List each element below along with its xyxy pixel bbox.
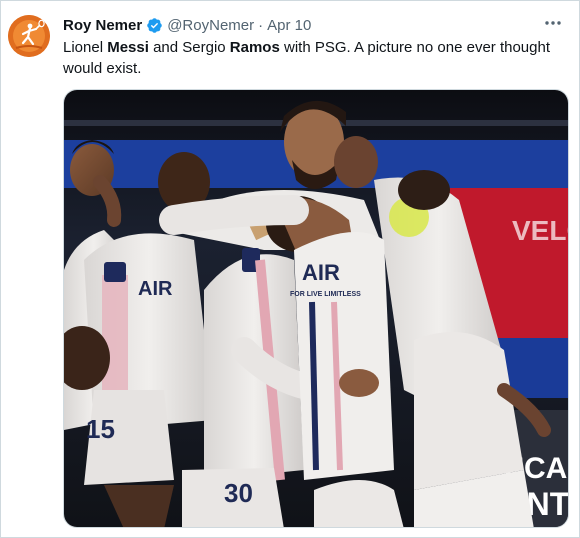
tweet-card[interactable]: Roy Nemer @RoyNemer · Apr 10 Lionel Mess… [0, 0, 580, 538]
shirt-number-back: 30 [224, 478, 253, 508]
tweet-text-part: Lionel [63, 39, 108, 56]
tweet-timestamp[interactable]: Apr 10 [267, 17, 311, 34]
ligue1-badge-left [104, 262, 126, 282]
shirt-tagline: FOR LIVE LIMITLESS [290, 291, 361, 298]
tweet-header: Roy Nemer @RoyNemer · Apr 10 [63, 15, 311, 35]
avatar[interactable] [8, 15, 50, 57]
author-name[interactable]: Roy Nemer [63, 17, 142, 34]
tweet-text: Lionel Messi and Sergio Ramos with PSG. … [63, 37, 553, 79]
board-text-velo: VELO [512, 215, 569, 246]
avatar-image [8, 15, 50, 57]
tweet-photo[interactable]: ECA RMONT VELO AIR 15 [63, 89, 569, 528]
shirt-number-left: 15 [86, 414, 115, 444]
author-handle[interactable]: @RoyNemer [167, 17, 254, 34]
verified-badge-icon [146, 17, 163, 34]
photo-psg-celebration: ECA RMONT VELO AIR 15 [64, 90, 569, 527]
tweet-text-bold-messi: Messi [107, 39, 149, 56]
separator-dot: · [258, 16, 264, 34]
tweet-text-bold-ramos: Ramos [229, 39, 280, 56]
more-options-icon[interactable] [541, 13, 565, 33]
tweet-text-part: and Sergio [148, 39, 230, 56]
shirt-sponsor-left: AIR [138, 278, 173, 300]
shirt-sponsor-center: AIR [302, 260, 340, 285]
